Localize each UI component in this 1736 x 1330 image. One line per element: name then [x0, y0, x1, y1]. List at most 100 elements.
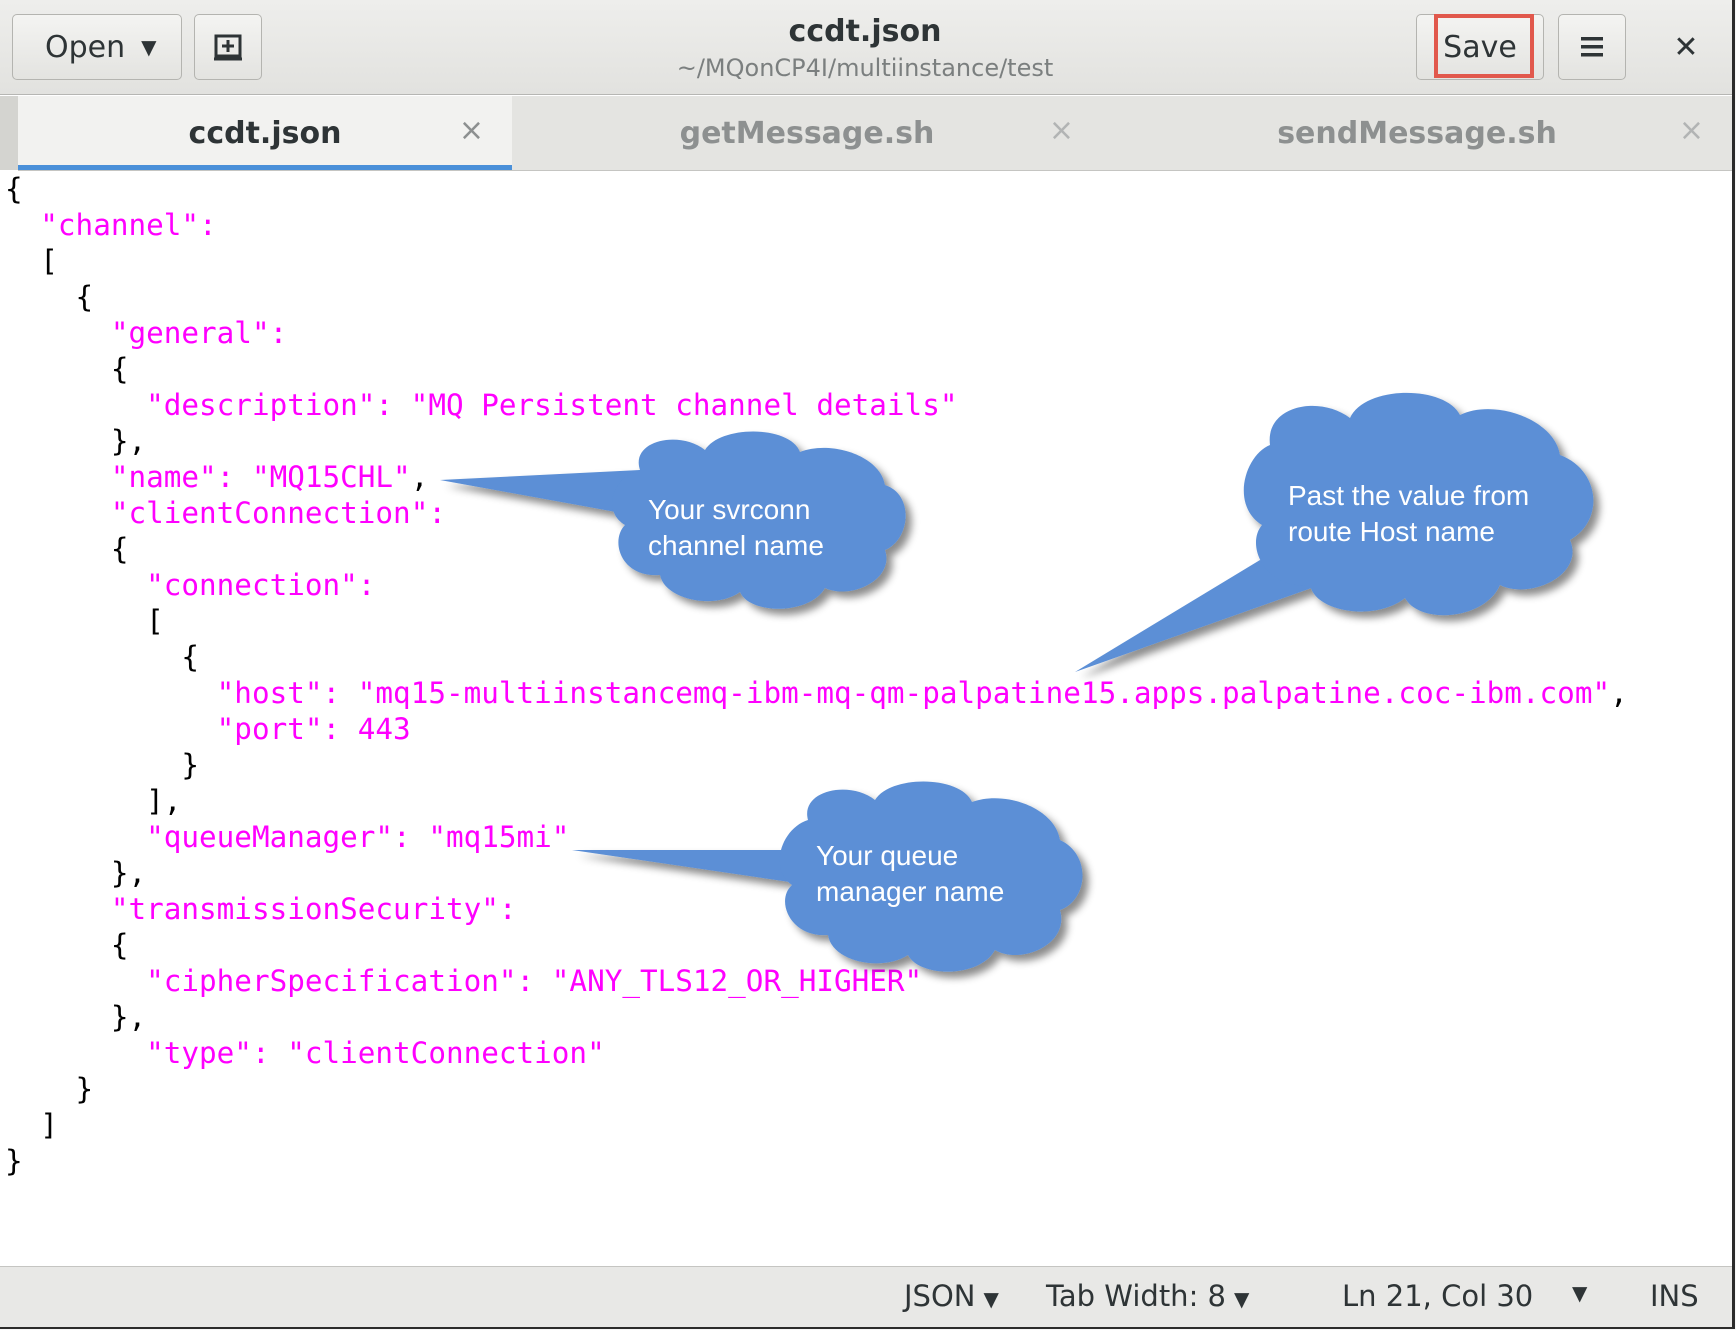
callout-line: Your queue [816, 840, 959, 871]
code-line[interactable]: "port": 443 [5, 711, 1628, 747]
tab-width-selector[interactable]: Tab Width: 8 ▼ [1046, 1279, 1249, 1313]
json-token: "cipherSpecification": "ANY_TLS12_OR_HIG… [146, 964, 923, 998]
json-punctuation: [ [5, 244, 58, 278]
json-punctuation: , [410, 460, 429, 494]
json-punctuation [5, 676, 217, 710]
code-line[interactable]: } [5, 1143, 1628, 1179]
json-punctuation [5, 460, 111, 494]
callout-line: route Host name [1288, 516, 1495, 547]
code-line[interactable]: ], [5, 783, 1628, 819]
code-line[interactable]: } [5, 747, 1628, 783]
json-punctuation: [ [5, 604, 164, 638]
tab-sendmessage-sh[interactable]: sendMessage.sh × [1102, 96, 1732, 170]
code-line[interactable]: { [5, 927, 1628, 963]
json-punctuation: , [1610, 676, 1628, 710]
code-line[interactable]: ] [5, 1107, 1628, 1143]
window-subtitle: ~/MQonCP4I/multiinstance/test [676, 54, 1054, 82]
code-line[interactable]: "description": "MQ Persistent channel de… [5, 387, 1628, 423]
save-button-label: Save [1443, 29, 1517, 65]
chevron-down-icon: ▼ [983, 1287, 999, 1311]
tabbar-edge [0, 96, 18, 170]
json-punctuation: }, [5, 424, 147, 458]
code-line[interactable]: { [5, 171, 1628, 207]
menu-button[interactable] [1558, 14, 1626, 80]
json-punctuation [5, 892, 111, 926]
close-tab-icon[interactable]: × [1049, 113, 1074, 148]
json-punctuation [5, 496, 111, 530]
json-punctuation: } [5, 748, 200, 782]
insert-mode-indicator: INS [1650, 1279, 1699, 1313]
language-selector[interactable]: JSON ▼ [904, 1279, 999, 1313]
json-punctuation [5, 964, 146, 998]
tab-label: getMessage.sh [679, 116, 935, 151]
callout-line: Past the value from [1288, 480, 1530, 511]
code-line[interactable]: "general": [5, 315, 1628, 351]
callout-line: manager name [816, 876, 1005, 907]
json-token: "port": 443 [216, 712, 411, 746]
new-document-button[interactable] [194, 14, 262, 80]
code-line[interactable]: "cipherSpecification": "ANY_TLS12_OR_HIG… [5, 963, 1628, 999]
close-window-button[interactable]: ✕ [1658, 14, 1714, 80]
tab-getmessage-sh[interactable]: getMessage.sh × [512, 96, 1102, 170]
code-line[interactable]: }, [5, 999, 1628, 1035]
code-line[interactable]: [ [5, 603, 1628, 639]
json-punctuation: ], [5, 784, 182, 818]
json-punctuation: } [5, 1144, 23, 1178]
cursor-position: Ln 21, Col 30 [1342, 1279, 1534, 1313]
code-line[interactable]: "connection": [5, 567, 1628, 603]
json-punctuation: } [5, 1072, 94, 1106]
json-punctuation [5, 820, 146, 854]
close-tab-icon[interactable]: × [459, 113, 484, 148]
json-token: "type": "clientConnection" [146, 1036, 605, 1070]
json-punctuation: { [5, 280, 94, 314]
hamburger-menu-icon [1581, 37, 1603, 57]
title-block: ccdt.json ~/MQonCP4I/multiinstance/test [600, 12, 1130, 84]
close-icon: ✕ [1673, 29, 1699, 65]
open-button[interactable]: Open ▼ [12, 14, 182, 80]
json-punctuation [5, 1036, 146, 1070]
header-bar: Open ▼ ccdt.json ~/MQonCP4I/multiinstanc… [0, 0, 1732, 95]
callout-text-svrconn: Your svrconn channel name [648, 492, 824, 564]
json-token: "connection": [146, 568, 376, 602]
save-button[interactable]: Save [1416, 14, 1544, 80]
callout-text-host: Past the value from route Host name [1288, 478, 1529, 550]
json-punctuation: { [5, 928, 129, 962]
code-line[interactable]: }, [5, 423, 1628, 459]
json-token: "queueManager": "mq15mi" [146, 820, 570, 854]
code-line[interactable]: "type": "clientConnection" [5, 1035, 1628, 1071]
code-line[interactable]: { [5, 639, 1628, 675]
json-punctuation: }, [5, 856, 147, 890]
callout-line: channel name [648, 530, 824, 561]
json-punctuation [5, 388, 146, 422]
code-line[interactable]: { [5, 279, 1628, 315]
callout-line: Your svrconn [648, 494, 811, 525]
code-line[interactable]: "host": "mq15-multiinstancemq-ibm-mq-qm-… [5, 675, 1628, 711]
json-punctuation [5, 568, 146, 602]
json-punctuation: { [5, 352, 129, 386]
json-punctuation: { [5, 532, 129, 566]
code-line[interactable]: { [5, 351, 1628, 387]
window-title: ccdt.json [788, 14, 942, 49]
code-line[interactable]: } [5, 1071, 1628, 1107]
text-editor-area[interactable]: { "channel": [ { "general": { "descripti… [0, 171, 1732, 1264]
json-token: "channel": [40, 208, 217, 242]
close-tab-icon[interactable]: × [1679, 113, 1704, 148]
json-punctuation [5, 208, 40, 242]
tab-ccdt-json[interactable]: ccdt.json × [18, 96, 512, 170]
json-punctuation [5, 316, 111, 350]
json-token: "host": "mq15-multiinstancemq-ibm-mq-qm-… [216, 676, 1611, 710]
code-line[interactable]: [ [5, 243, 1628, 279]
status-bar: JSON ▼ Tab Width: 8 ▼ Ln 21, Col 30 ▼ INS [0, 1266, 1732, 1327]
chevron-down-icon: ▼ [1234, 1287, 1250, 1311]
code-content[interactable]: { "channel": [ { "general": { "descripti… [5, 171, 1628, 1179]
tab-label: ccdt.json [188, 116, 342, 151]
chevron-down-icon[interactable]: ▼ [1572, 1281, 1587, 1305]
code-line[interactable]: "channel": [5, 207, 1628, 243]
tab-label: sendMessage.sh [1277, 116, 1557, 151]
json-token: "general": [110, 316, 288, 350]
json-token: "transmissionSecurity": [110, 892, 517, 926]
json-token: "clientConnection": [110, 496, 446, 530]
tab-width-label: Tab Width: 8 [1046, 1279, 1227, 1313]
json-punctuation: { [5, 640, 200, 674]
json-punctuation: ] [5, 1108, 58, 1142]
